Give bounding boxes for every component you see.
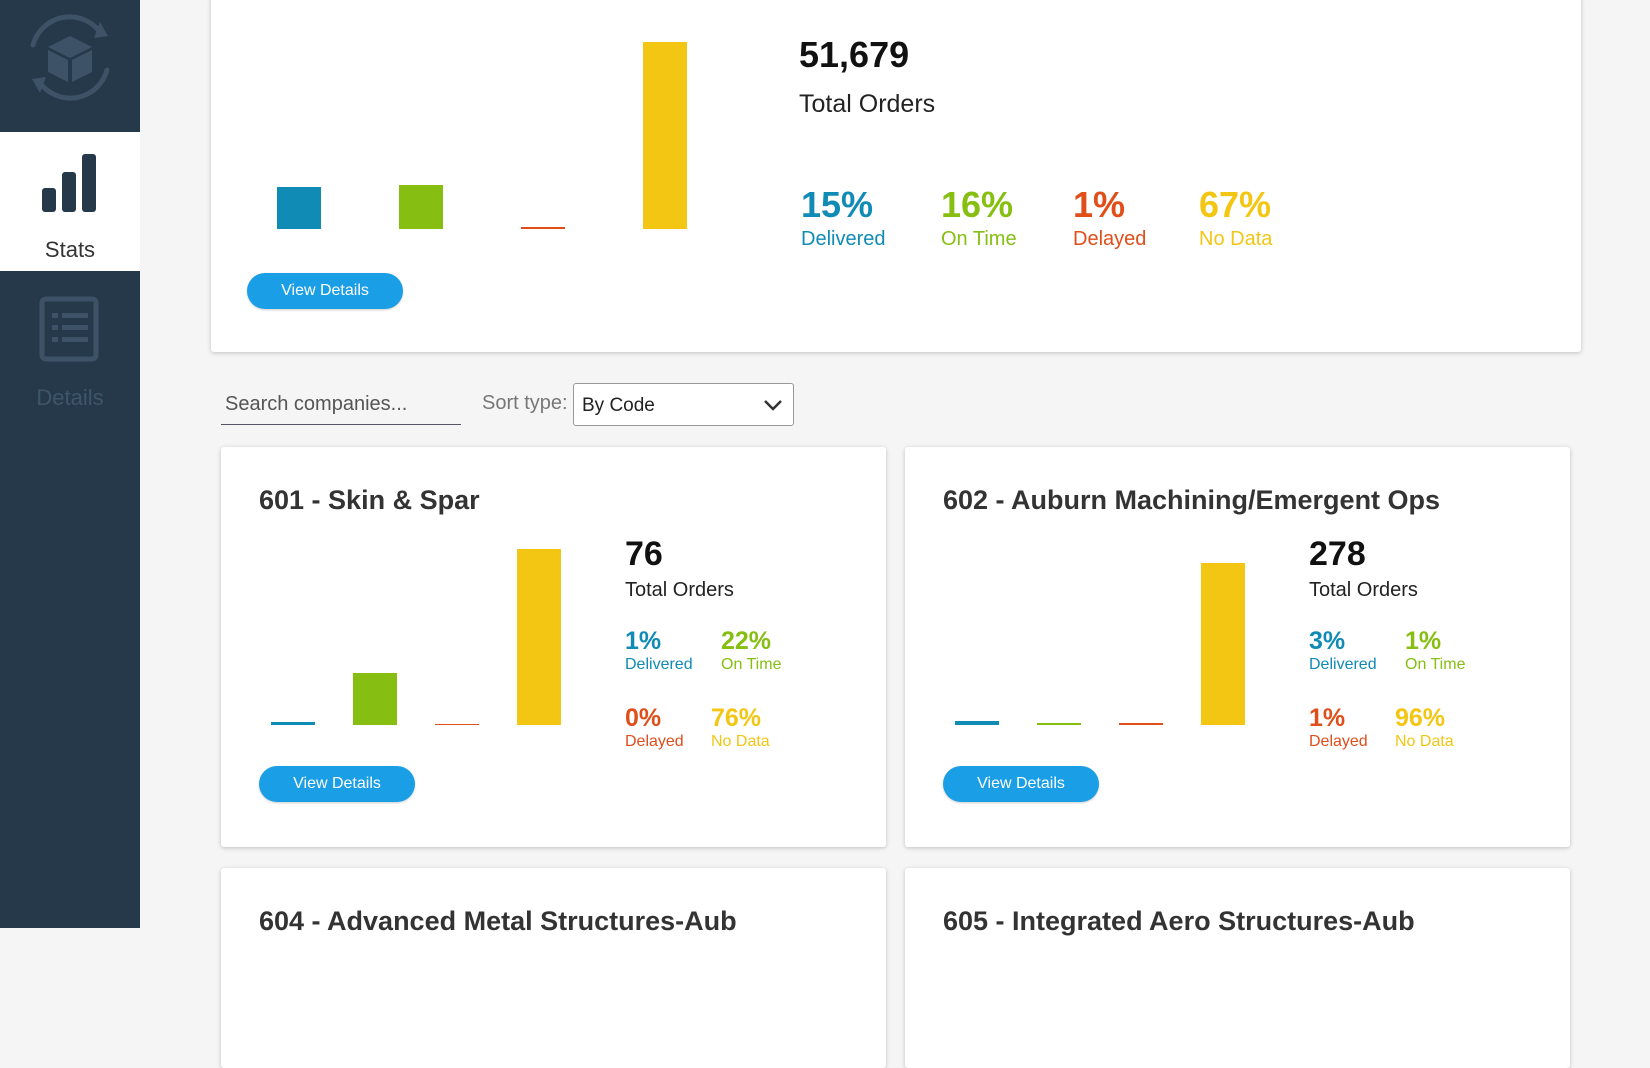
bar-no-data <box>1201 563 1245 725</box>
nav-item-details[interactable]: Details <box>0 275 140 414</box>
summary-stat-no-data: 67% No Data <box>1199 184 1273 250</box>
company-card-602: 602 - Auburn Machining/Emergent Ops 278 … <box>905 447 1570 847</box>
sort-type-value: By Code <box>582 395 655 416</box>
search-companies-input[interactable] <box>221 385 461 425</box>
company-stat-delivered: 3% Delivered <box>1309 627 1377 673</box>
summary-total-orders: 51,679 <box>799 34 910 75</box>
bar-no-data <box>517 549 561 725</box>
company-total-orders: 76 <box>625 535 663 573</box>
company-title: 602 - Auburn Machining/Emergent Ops <box>943 485 1441 515</box>
bar-delayed <box>1119 723 1163 725</box>
summary-total-label: Total Orders <box>799 90 936 118</box>
company-stat-on-time: 22% On Time <box>721 627 782 673</box>
nav-label-details: Details <box>36 385 104 410</box>
company-card-604: 604 - Advanced Metal Structures-Aub <box>221 868 886 1068</box>
bar-chart-icon <box>42 154 96 212</box>
bar-delayed <box>521 227 565 229</box>
bar-delayed <box>435 724 479 725</box>
company-view-details-button[interactable]: View Details <box>259 766 415 802</box>
chevron-down-icon <box>764 400 782 411</box>
company-title: 604 - Advanced Metal Structures-Aub <box>259 906 737 936</box>
bar-on-time <box>353 673 397 725</box>
company-stat-delayed: 0% Delayed <box>625 704 684 750</box>
company-total-orders: 278 <box>1309 535 1366 573</box>
summary-stat-delivered: 15% Delivered <box>801 184 886 250</box>
sidebar: Stats Details <box>0 0 140 928</box>
bar-delivered <box>277 187 321 229</box>
summary-card: 51,679 Total Orders 15% Delivered 16% On… <box>211 0 1581 352</box>
company-stat-delayed: 1% Delayed <box>1309 704 1368 750</box>
sort-type-select[interactable]: By Code <box>573 383 794 426</box>
nav-item-stats[interactable]: Stats <box>0 132 140 271</box>
bar-on-time <box>1037 723 1081 725</box>
company-title: 601 - Skin & Spar <box>259 485 480 515</box>
bar-delivered <box>271 722 315 725</box>
summary-stat-delayed: 1% Delayed <box>1073 184 1147 250</box>
company-stat-no-data: 76% No Data <box>711 704 770 750</box>
summary-bar-chart <box>277 36 687 229</box>
company-stat-on-time: 1% On Time <box>1405 627 1466 673</box>
bar-on-time <box>399 185 443 229</box>
company-title: 605 - Integrated Aero Structures-Aub <box>943 906 1415 936</box>
company-card-605: 605 - Integrated Aero Structures-Aub <box>905 868 1570 1068</box>
nav-label-stats: Stats <box>44 237 96 262</box>
company-view-details-button[interactable]: View Details <box>943 766 1099 802</box>
company-bar-chart <box>955 547 1245 725</box>
list-document-icon <box>39 296 99 362</box>
company-card-601: 601 - Skin & Spar 76 Total Orders 1% Del… <box>221 447 886 847</box>
company-stat-delivered: 1% Delivered <box>625 627 693 673</box>
company-total-label: Total Orders <box>1309 579 1418 601</box>
summary-view-details-button[interactable]: View Details <box>247 273 403 309</box>
summary-stat-on-time: 16% On Time <box>941 184 1017 250</box>
sort-type-label: Sort type: <box>482 392 568 414</box>
bar-delivered <box>955 721 999 725</box>
cube-cycle-icon <box>30 14 110 101</box>
company-bar-chart <box>271 547 561 725</box>
app-logo <box>0 0 140 130</box>
company-stat-no-data: 96% No Data <box>1395 704 1454 750</box>
bar-no-data <box>643 42 687 229</box>
company-total-label: Total Orders <box>625 579 734 601</box>
